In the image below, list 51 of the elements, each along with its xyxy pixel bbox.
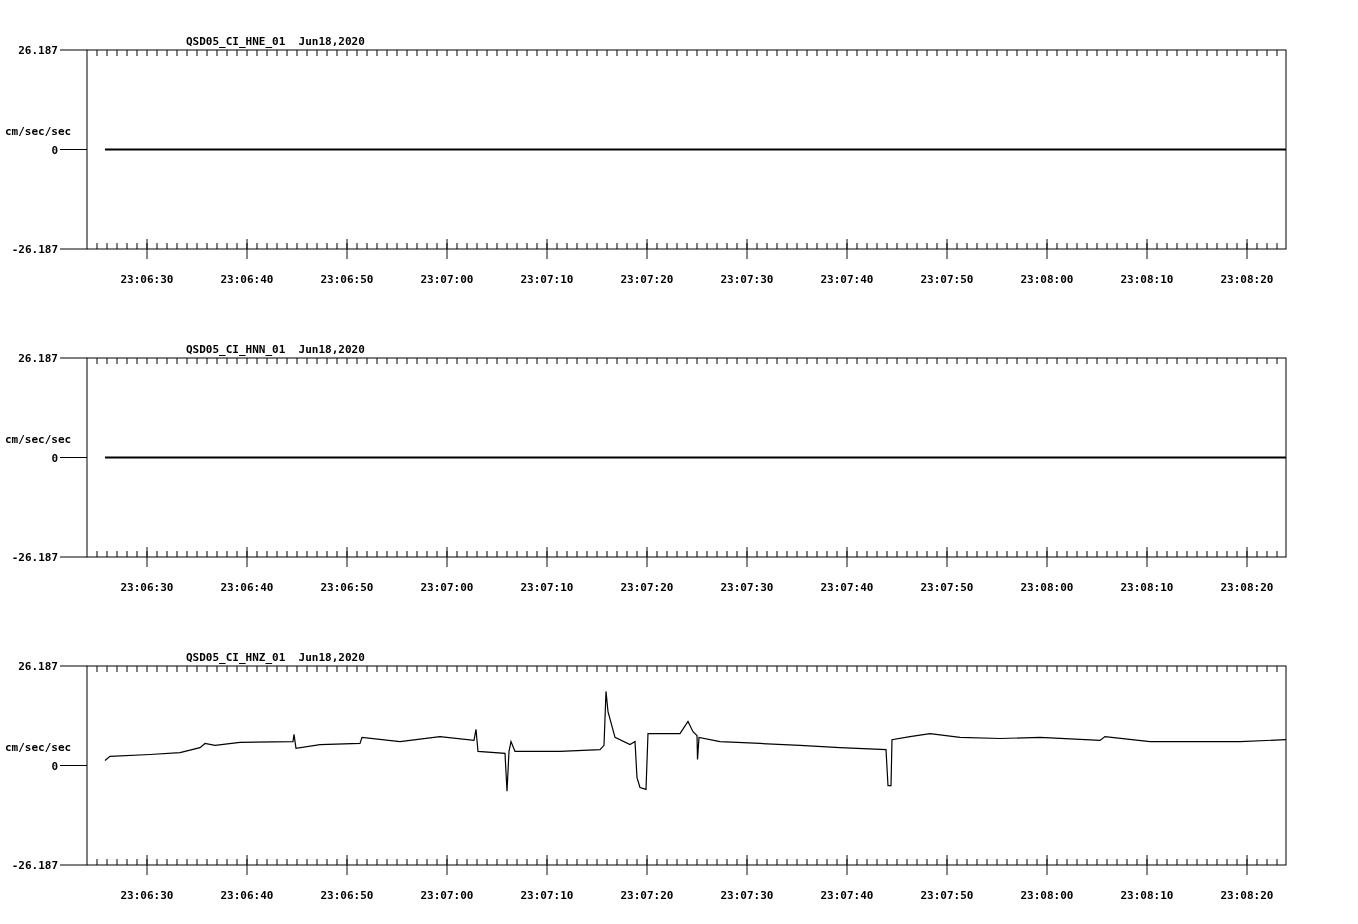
tick-label: 23:08:00 — [1020, 273, 1074, 286]
tick-label: 23:06:50 — [320, 273, 374, 286]
tick-label: -26.187 — [11, 243, 58, 256]
tick-label: 23:06:40 — [220, 581, 274, 594]
axis-label: cm/sec/sec — [5, 124, 72, 138]
tick-label: 23:08:10 — [1120, 273, 1174, 286]
tick-label: 23:07:50 — [920, 273, 974, 286]
tick-label: 23:07:20 — [620, 273, 674, 286]
axis-label: cm/sec/sec — [5, 432, 72, 446]
tick-label: 23:07:00 — [420, 889, 474, 902]
tick-label: 23:07:20 — [620, 581, 674, 594]
tick-label: 26.187 — [18, 660, 58, 673]
tick-label: 23:06:50 — [320, 581, 374, 594]
chart-title: QSD05_CI_HNZ_01 Jun18,2020 — [186, 651, 365, 664]
tick-label: 23:08:00 — [1020, 889, 1074, 902]
tick-label: 23:06:30 — [120, 581, 174, 594]
tick-label: 23:07:30 — [720, 273, 774, 286]
tick-label: 23:08:20 — [1220, 273, 1274, 286]
tick-label: 23:07:10 — [520, 581, 574, 594]
tick-label: 0 — [51, 451, 58, 465]
tick-label: 26.187 — [18, 44, 58, 57]
tick-label: 0 — [51, 143, 58, 157]
tick-label: 23:07:30 — [720, 581, 774, 594]
tick-label: 23:07:00 — [420, 273, 474, 286]
tick-label: 23:06:40 — [220, 273, 274, 286]
tick-label: 23:07:40 — [820, 889, 874, 902]
tick-label: 23:06:30 — [120, 889, 174, 902]
tick-label: 23:07:10 — [520, 273, 574, 286]
tick-label: 23:08:10 — [1120, 889, 1174, 902]
tick-label: -26.187 — [11, 859, 58, 872]
tick-label: 23:07:00 — [420, 581, 474, 594]
tick-label: 23:06:40 — [220, 889, 274, 902]
tick-label: 23:08:00 — [1020, 581, 1074, 594]
tick-label: 23:08:20 — [1220, 889, 1274, 902]
tick-label: 26.187 — [18, 352, 58, 365]
tick-label: 23:07:40 — [820, 581, 874, 594]
tick-label: 23:07:40 — [820, 273, 874, 286]
chart-title: QSD05_CI_HNE_01 Jun18,2020 — [186, 35, 365, 48]
tick-label: 23:07:20 — [620, 889, 674, 902]
tick-label: 23:08:10 — [1120, 581, 1174, 594]
tick-label: 0 — [51, 759, 58, 773]
tick-label: 23:08:20 — [1220, 581, 1274, 594]
tick-label: 23:06:30 — [120, 273, 174, 286]
tick-label: 23:07:30 — [720, 889, 774, 902]
tick-label: 23:07:50 — [920, 889, 974, 902]
chart-title: QSD05_CI_HNN_01 Jun18,2020 — [186, 343, 365, 356]
axis-label: cm/sec/sec — [5, 740, 72, 754]
tick-label: 23:07:50 — [920, 581, 974, 594]
tick-label: -26.187 — [11, 551, 58, 564]
tick-label: 23:06:50 — [320, 889, 374, 902]
tick-label: 23:07:10 — [520, 889, 574, 902]
